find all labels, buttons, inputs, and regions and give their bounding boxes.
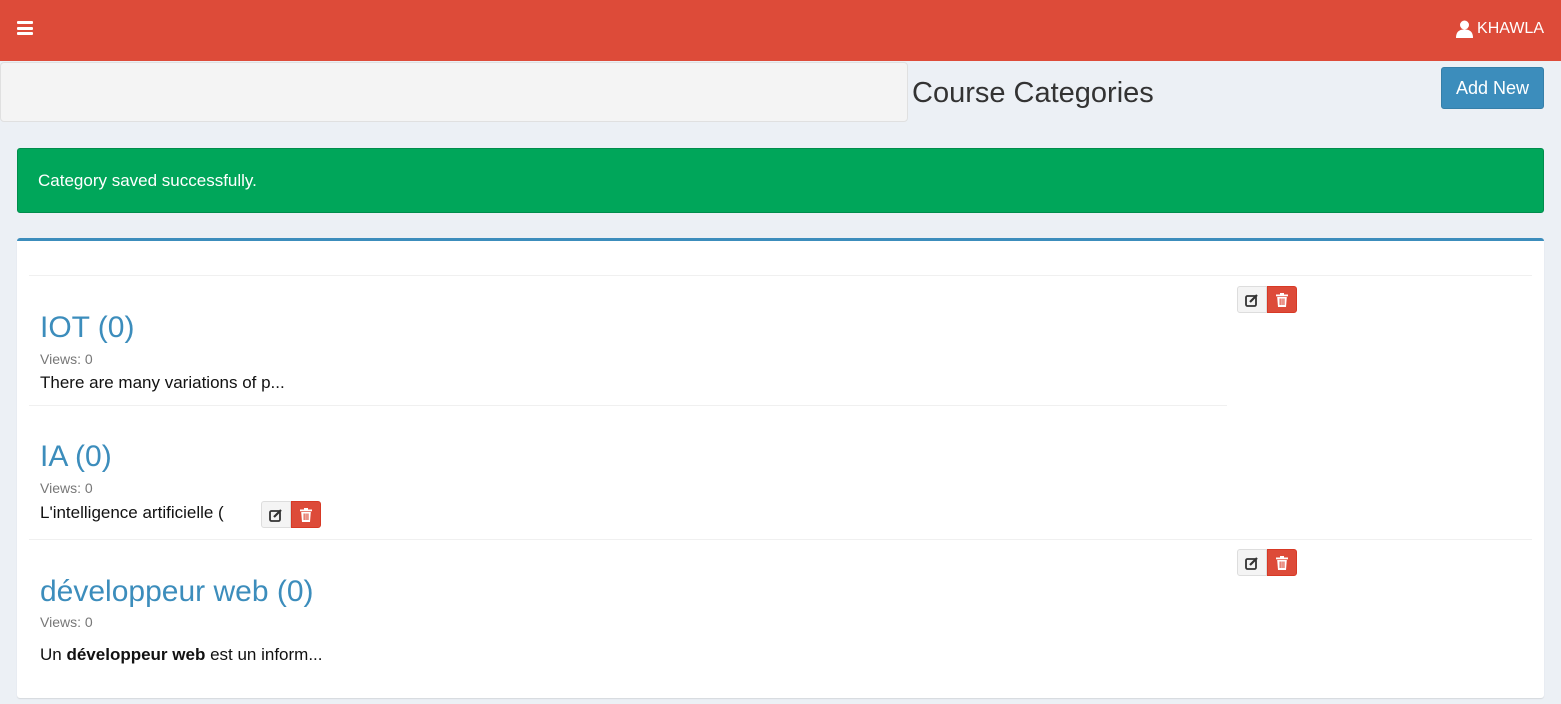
delete-button[interactable] [291,501,321,528]
divider [29,539,1532,540]
breadcrumb [0,62,908,122]
description-text: est un inform... [205,645,323,664]
category-actions [261,501,321,528]
description-text: Un [40,645,67,664]
user-name: KHAWLA [1477,20,1544,37]
add-new-button[interactable]: Add New [1441,67,1544,109]
user-menu[interactable]: KHAWLA [1456,16,1544,42]
delete-button[interactable] [1267,286,1297,313]
category-description: There are many variations of p... [40,373,285,392]
category-title[interactable]: développeur web (0) [40,575,314,609]
trash-icon [1276,555,1288,570]
edit-icon [1245,293,1258,307]
success-alert: Category saved successfully. [17,148,1544,213]
divider [29,275,1532,276]
delete-button[interactable] [1267,549,1297,576]
category-views: Views: 0 [40,351,93,367]
edit-button[interactable] [1237,286,1267,313]
category-actions [1237,549,1297,576]
category-views: Views: 0 [40,614,93,630]
category-description: L'intelligence artificielle ( [40,503,224,522]
edit-button[interactable] [261,501,291,528]
edit-icon [1245,556,1258,570]
divider [29,405,1227,406]
page-title: Course Categories [912,77,1154,109]
alert-message: Category saved successfully. [38,171,257,190]
hamburger-menu-icon[interactable] [17,21,33,35]
user-icon [1456,20,1474,38]
categories-box: IOT (0) Views: 0 There are many variatio… [17,238,1544,698]
trash-icon [1276,292,1288,307]
edit-icon [269,508,282,522]
category-title[interactable]: IA (0) [40,440,112,474]
category-actions [1237,286,1297,313]
category-description: Un développeur web est un inform... [40,645,323,665]
description-bold-text: développeur web [66,645,206,664]
edit-button[interactable] [1237,549,1267,576]
trash-icon [300,507,312,522]
category-views: Views: 0 [40,480,93,496]
category-title[interactable]: IOT (0) [40,311,134,345]
top-navbar: KHAWLA [0,0,1561,61]
